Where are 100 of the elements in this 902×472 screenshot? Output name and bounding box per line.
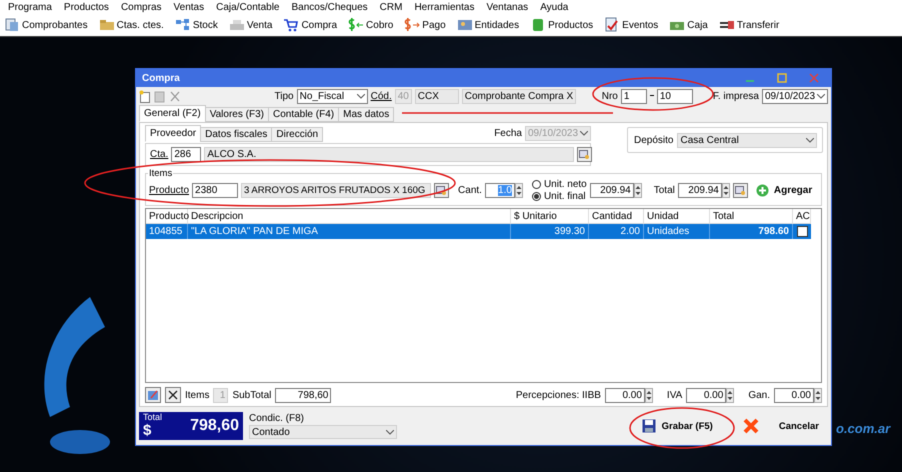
subtotal-field: 798,60 — [275, 388, 332, 402]
toolbar-button[interactable]: Cobro — [348, 17, 394, 33]
tab[interactable]: Mas datos — [338, 107, 394, 122]
cod-number-field: 40 — [394, 88, 412, 104]
folder-icon — [98, 17, 115, 33]
subtotal-label: SubTotal — [232, 390, 272, 400]
total-field[interactable]: 209.94 — [678, 183, 722, 198]
window-title: Compra — [142, 72, 181, 84]
radio-button[interactable] — [532, 180, 541, 189]
edit-icon — [148, 390, 158, 400]
toolbar-button[interactable]: Comprobantes — [4, 17, 88, 33]
nro-to-field[interactable]: 10 — [656, 88, 693, 104]
lookup-button[interactable] — [577, 147, 592, 162]
cancel-button[interactable]: Cancelar — [738, 414, 823, 438]
menu-item[interactable]: Ayuda — [536, 2, 576, 12]
save-button[interactable]: Grabar (F5) — [638, 415, 717, 437]
caret-icon — [386, 430, 394, 434]
fecha-impresa-label: F. impresa — [712, 90, 759, 102]
caret-icon — [817, 94, 826, 98]
toolbar-button[interactable]: Ctas. ctes. — [98, 17, 164, 33]
iibb-field[interactable]: 0.00 — [604, 388, 645, 402]
dollar-arrow-icon — [404, 17, 420, 33]
tipo-label: Tipo — [274, 90, 294, 102]
cta-code-field[interactable]: 286 — [171, 147, 202, 162]
producto-code-field[interactable]: 2380 — [192, 183, 238, 198]
toolbar-button[interactable]: Eventos — [604, 17, 658, 33]
dash-icon — [650, 94, 654, 98]
items-count-field: 1 — [213, 388, 228, 402]
table-cell: Unidades — [644, 224, 710, 239]
table-cell: "LA GLORIA" PAN DE MIGA — [188, 224, 511, 239]
add-button[interactable]: Agregar — [756, 184, 812, 197]
radio-button[interactable] — [532, 192, 541, 201]
spin-buttons[interactable] — [514, 183, 523, 198]
cod-code-field: CCX — [414, 88, 459, 104]
menu-item[interactable]: Compras — [116, 2, 170, 12]
menu-item[interactable]: Ventanas — [482, 2, 536, 12]
spin-buttons[interactable] — [814, 388, 822, 402]
menu-item[interactable]: Caja/Contable — [212, 2, 288, 12]
lookup-icon — [579, 150, 590, 160]
subtab[interactable]: Datos fiscales — [200, 127, 272, 142]
spin-buttons[interactable] — [722, 183, 730, 198]
edit-row-button[interactable] — [145, 387, 161, 403]
spin-buttons[interactable] — [644, 388, 653, 402]
delete-icon — [168, 390, 178, 400]
lookup-icon — [734, 186, 746, 196]
table-cell: 798.60 — [710, 224, 793, 239]
menu-item[interactable]: CRM — [376, 2, 410, 12]
table-cell: 2.00 — [589, 224, 644, 239]
total-amount: 798,60 — [190, 417, 239, 435]
nro-from-field[interactable]: 1 — [620, 88, 647, 104]
menu-item[interactable]: Herramientas — [410, 2, 482, 12]
maximize-icon[interactable] — [777, 73, 787, 83]
nro-label: Nro — [602, 90, 618, 102]
tab[interactable]: Contable (F4) — [268, 107, 340, 122]
deposito-dropdown[interactable]: Casa Central — [677, 132, 818, 148]
producto-description-field: 3 ARROYOS ARITOS FRUTADOS X 160G — [241, 183, 432, 198]
cancel-icon — [742, 418, 759, 434]
ac-checkbox[interactable] — [796, 226, 808, 237]
toolbar-button[interactable]: Transferir — [718, 17, 780, 33]
toolbar-button[interactable]: Venta — [228, 17, 272, 33]
network-icon — [174, 17, 191, 33]
cta-name-field: ALCO S.A. — [204, 147, 574, 162]
toolbar-button[interactable]: Stock — [174, 17, 218, 33]
unit-price-field[interactable]: 209.94 — [590, 183, 634, 198]
toolbar-button[interactable]: Productos — [530, 17, 594, 33]
menu-item[interactable]: Ventas — [170, 2, 212, 12]
table-cell: 104855 — [146, 224, 188, 239]
subtab[interactable]: Proveedor — [145, 125, 202, 142]
subtab[interactable]: Dirección — [271, 127, 324, 142]
cant-label: Cant. — [458, 185, 482, 196]
menu-item[interactable]: Bancos/Cheques — [287, 2, 376, 12]
spin-buttons[interactable] — [726, 388, 734, 402]
spin-buttons[interactable] — [634, 183, 642, 198]
condic-label: Condic. (F8) — [249, 413, 306, 424]
caret-icon — [806, 138, 814, 142]
delete-row-button[interactable] — [165, 387, 181, 403]
fecha-impresa-field[interactable]: 09/10/2023 — [762, 88, 828, 104]
toolbar-button[interactable]: Compra — [283, 17, 338, 33]
tab[interactable]: Valores (F3) — [204, 107, 269, 122]
currency-symbol: $ — [143, 423, 152, 440]
toolbar-button[interactable]: Caja — [669, 17, 708, 33]
cod-label: Cód. — [370, 90, 392, 102]
menu-item[interactable]: Productos — [60, 2, 117, 12]
radio-label: Unit. final — [544, 191, 586, 202]
condic-dropdown[interactable]: Contado — [249, 425, 397, 439]
toolbar-button[interactable]: Pago — [404, 17, 446, 33]
gan-field[interactable]: 0.00 — [774, 388, 814, 402]
gan-label: Gan. — [748, 390, 770, 400]
iva-field[interactable]: 0.00 — [686, 388, 726, 402]
caret-icon — [356, 94, 365, 98]
tipo-dropdown[interactable]: No_Fiscal — [296, 88, 368, 104]
dollar-arrow-icon — [348, 17, 364, 33]
items-count-label: Items — [185, 390, 210, 400]
lookup-button[interactable] — [732, 183, 748, 198]
tab[interactable]: General (F2) — [139, 105, 206, 122]
checklist-icon — [604, 17, 620, 33]
toolbar-button[interactable]: Entidades — [456, 17, 520, 33]
plus-icon — [756, 184, 769, 197]
menu-item[interactable]: Programa — [4, 2, 60, 12]
new-document-icon[interactable] — [139, 90, 151, 102]
